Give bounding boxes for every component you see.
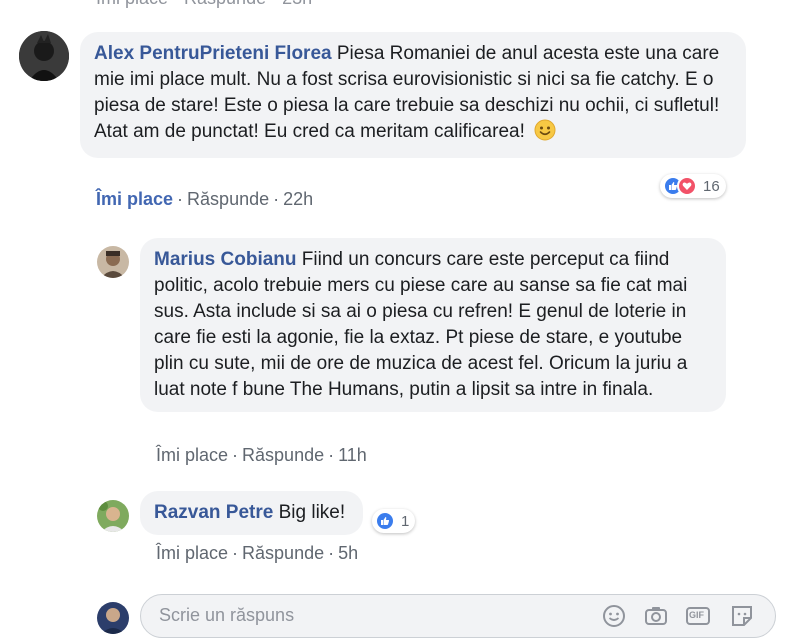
current-user-avatar[interactable] [97,602,129,634]
reply-input[interactable]: Scrie un răspuns GIF [140,594,776,638]
reply-placeholder: Scrie un răspuns [159,605,295,625]
gif-label: GIF [689,610,704,620]
reply-button[interactable]: Răspunde [242,445,324,465]
gif-icon[interactable]: GIF [685,603,711,629]
previous-comment-actions: Îmi place · Răspunde · 23h [96,0,312,9]
avatar[interactable] [19,31,69,81]
comment-timestamp[interactable]: 22h [283,189,313,209]
comment-bubble: Razvan Petre Big like! [140,491,364,535]
love-icon [677,176,697,196]
like-button[interactable]: Îmi place [156,445,228,465]
reaction-summary[interactable]: 16 [660,174,726,198]
reaction-summary[interactable]: 1 [372,509,416,533]
avatar[interactable] [97,500,129,532]
reply-button[interactable]: Răspunde [187,189,269,209]
like-icon [375,511,395,531]
comment-actions: Îmi place · Răspunde · 5h [156,543,359,563]
comment-text: Big like! [278,502,346,523]
emoji-icon[interactable] [601,603,627,629]
like-button[interactable]: Îmi place [156,543,228,563]
comment-author[interactable]: Marius Cobianu [154,249,297,270]
reaction-count: 1 [401,512,410,530]
comment-timestamp[interactable]: 5h [338,543,358,563]
sticker-icon[interactable] [729,603,755,629]
comment-author[interactable]: Razvan Petre [154,502,273,523]
reaction-count: 16 [703,177,720,195]
comment-actions: Îmi place · Răspunde · 22h [96,189,314,209]
comment-bubble: Alex PentruPrieteni Florea Piesa Romanie… [80,32,746,158]
comment-text: Fiind un concurs care este perceput ca f… [154,249,688,400]
reply-button[interactable]: Răspunde [242,543,324,563]
camera-icon[interactable] [643,603,669,629]
comment-timestamp[interactable]: 11h [338,445,367,465]
slightly-smiling-face-icon [534,119,556,149]
comment-actions: Îmi place · Răspunde · 11h [156,445,367,465]
like-button[interactable]: Îmi place [96,189,173,209]
avatar[interactable] [97,246,129,278]
comment-bubble: Marius Cobianu Fiind un concurs care est… [140,238,726,412]
comment-author[interactable]: Alex PentruPrieteni Florea [94,43,332,64]
